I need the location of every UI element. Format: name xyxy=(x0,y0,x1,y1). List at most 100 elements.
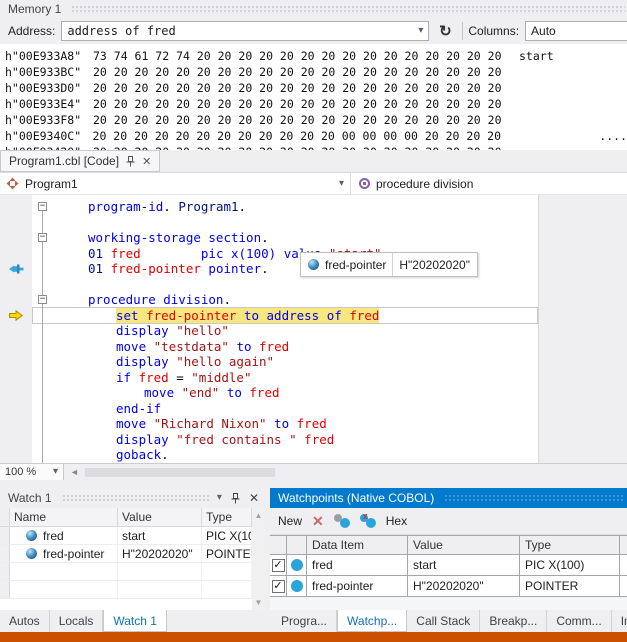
memory-titlebar[interactable]: Memory 1 xyxy=(0,0,627,18)
tab-locals[interactable]: Locals xyxy=(50,610,104,632)
watch-name-cell[interactable]: fred xyxy=(10,527,118,544)
margin-cell[interactable] xyxy=(0,230,32,246)
column-header-type[interactable]: Type xyxy=(520,536,620,554)
outlining-margin[interactable] xyxy=(32,246,54,262)
column-header-type[interactable]: Type xyxy=(202,508,252,526)
outlining-margin[interactable] xyxy=(32,308,54,324)
chevron-down-icon[interactable]: ▾ xyxy=(418,26,423,36)
code-line[interactable]: −working-storage section. xyxy=(0,230,538,246)
pinned-datatip-margin-icon[interactable] xyxy=(0,261,32,277)
margin-cell[interactable] xyxy=(0,277,32,293)
watchpoint-enabled-checkbox[interactable]: ✓ xyxy=(272,580,285,593)
refresh-button[interactable]: ↻ xyxy=(433,21,457,42)
tab-breakp[interactable]: Breakp... xyxy=(480,610,547,632)
watch-titlebar[interactable]: Watch 1 ▾ ✕ xyxy=(0,488,265,508)
watch-value-cell[interactable] xyxy=(118,581,202,598)
vertical-scrollbar[interactable]: ▲ ▼ xyxy=(252,508,265,610)
outlining-margin[interactable] xyxy=(32,354,54,370)
code-line[interactable]: if fred = "middle" xyxy=(0,370,538,386)
collapse-toggle[interactable]: − xyxy=(38,233,47,242)
code-line[interactable]: −program-id. Program1. xyxy=(0,199,538,215)
watchpoint-enabled-checkbox[interactable]: ✓ xyxy=(272,559,285,572)
watch-name-cell[interactable]: fred-pointer xyxy=(10,545,118,562)
margin-cell[interactable] xyxy=(0,432,32,448)
collapse-toggle[interactable]: − xyxy=(38,202,47,211)
watchpoint-data-item-cell[interactable]: fred xyxy=(307,555,408,575)
code-line[interactable] xyxy=(0,215,538,231)
code-text[interactable]: display "hello" xyxy=(54,323,538,338)
outlining-margin[interactable]: − xyxy=(32,292,54,308)
close-icon[interactable]: ✕ xyxy=(249,491,259,505)
scrollbar-thumb[interactable] xyxy=(85,468,275,477)
outlining-margin[interactable]: − xyxy=(32,230,54,246)
pinned-datatip[interactable]: fred-pointer H"20202020" xyxy=(300,252,478,277)
margin-cell[interactable] xyxy=(0,370,32,386)
chevron-down-icon[interactable]: ▾ xyxy=(339,179,344,189)
code-line[interactable]: display "hello again" xyxy=(0,354,538,370)
outlining-margin[interactable] xyxy=(32,339,54,355)
margin-cell[interactable] xyxy=(0,339,32,355)
watchpoint-type-cell[interactable]: POINTER xyxy=(520,576,620,596)
code-line[interactable] xyxy=(0,277,538,293)
column-header-data-item[interactable]: Data Item xyxy=(307,536,408,554)
memory-row[interactable]: h"00E933D0"20 20 20 20 20 20 20 20 20 20… xyxy=(5,80,627,96)
watch-value-cell[interactable]: start xyxy=(118,527,202,544)
instruction-pointer-icon[interactable] xyxy=(0,308,32,324)
scroll-left-icon[interactable]: ◄ xyxy=(64,467,85,477)
memory-row[interactable]: h"00E933F8"20 20 20 20 20 20 20 20 20 20… xyxy=(5,112,627,128)
tab-watchp[interactable]: Watchp... xyxy=(337,610,407,632)
margin-cell[interactable] xyxy=(0,354,32,370)
memory-row[interactable]: h"00E933A8"73 74 61 72 74 20 20 20 20 20… xyxy=(5,48,627,64)
code-line[interactable]: move "Richard Nixon" to fred xyxy=(0,416,538,432)
outlining-margin[interactable] xyxy=(32,215,54,231)
watchpoints-titlebar[interactable]: Watchpoints (Native COBOL) xyxy=(270,488,627,508)
outlining-margin[interactable] xyxy=(32,447,54,463)
margin-cell[interactable] xyxy=(0,323,32,339)
outlining-margin[interactable]: − xyxy=(32,199,54,215)
watch-name-cell[interactable] xyxy=(10,563,118,580)
watchpoint-type-cell[interactable]: PIC X(100) xyxy=(520,555,620,575)
code-line[interactable]: display "hello" xyxy=(0,323,538,339)
margin-cell[interactable] xyxy=(0,246,32,262)
enable-all-watchpoints-icon[interactable] xyxy=(334,514,350,528)
window-menu-icon[interactable]: ▾ xyxy=(217,493,222,503)
tab-call-stack[interactable]: Call Stack xyxy=(407,610,480,632)
code-text[interactable]: move "testdata" to fred xyxy=(54,339,538,354)
collapse-toggle[interactable]: − xyxy=(38,295,47,304)
watch-name-cell[interactable] xyxy=(10,581,118,598)
watch-row[interactable] xyxy=(0,563,265,581)
tab-progra[interactable]: Progra... xyxy=(272,610,337,632)
tab-program1-cbl[interactable]: Program1.cbl [Code] ✕ xyxy=(0,150,160,172)
horizontal-scrollbar[interactable]: ◄ xyxy=(64,464,538,480)
outlining-margin[interactable] xyxy=(32,277,54,293)
margin-cell[interactable] xyxy=(0,292,32,308)
outlining-margin[interactable] xyxy=(32,385,54,401)
watchpoint-value-cell[interactable]: start xyxy=(408,555,520,575)
watch-grid-header[interactable]: Name Value Type xyxy=(0,508,265,527)
code-line[interactable]: move "testdata" to fred xyxy=(0,339,538,355)
outlining-margin[interactable] xyxy=(32,370,54,386)
watchpoint-row[interactable]: ✓ fredstartPIC X(100) xyxy=(270,555,627,576)
scroll-down-icon[interactable]: ▼ xyxy=(255,598,263,607)
pin-icon[interactable] xyxy=(231,493,240,504)
watch-row[interactable]: fred-pointerH"20202020"POINTER xyxy=(0,545,265,563)
code-text[interactable]: goback. xyxy=(54,447,538,462)
close-icon[interactable]: ✕ xyxy=(142,155,151,168)
editor-surface[interactable]: −program-id. Program1.−working-storage s… xyxy=(0,195,539,463)
code-text[interactable]: set fred-pointer to address of fred xyxy=(54,308,538,323)
watch-row[interactable]: fredstartPIC X(100) xyxy=(0,527,265,545)
tab-comm[interactable]: Comm... xyxy=(547,610,611,632)
outlining-margin[interactable] xyxy=(32,323,54,339)
outlining-margin[interactable] xyxy=(32,401,54,417)
code-line[interactable]: set fred-pointer to address of fred xyxy=(0,308,538,324)
column-header-value[interactable]: Value xyxy=(408,536,520,554)
code-text[interactable]: working-storage section. xyxy=(54,230,538,245)
column-header-value[interactable]: Value xyxy=(118,508,202,526)
code-text[interactable]: program-id. Program1. xyxy=(54,199,538,214)
memory-hex-view[interactable]: h"00E933A8"73 74 61 72 74 20 20 20 20 20… xyxy=(0,44,627,150)
memory-row[interactable]: h"00E933E4"20 20 20 20 20 20 20 20 20 20… xyxy=(5,96,627,112)
margin-cell[interactable] xyxy=(0,447,32,463)
watchpoint-value-cell[interactable]: H"20202020" xyxy=(408,576,520,596)
code-line[interactable]: display "fred contains " fred xyxy=(0,432,538,448)
code-line[interactable]: −procedure division. xyxy=(0,292,538,308)
